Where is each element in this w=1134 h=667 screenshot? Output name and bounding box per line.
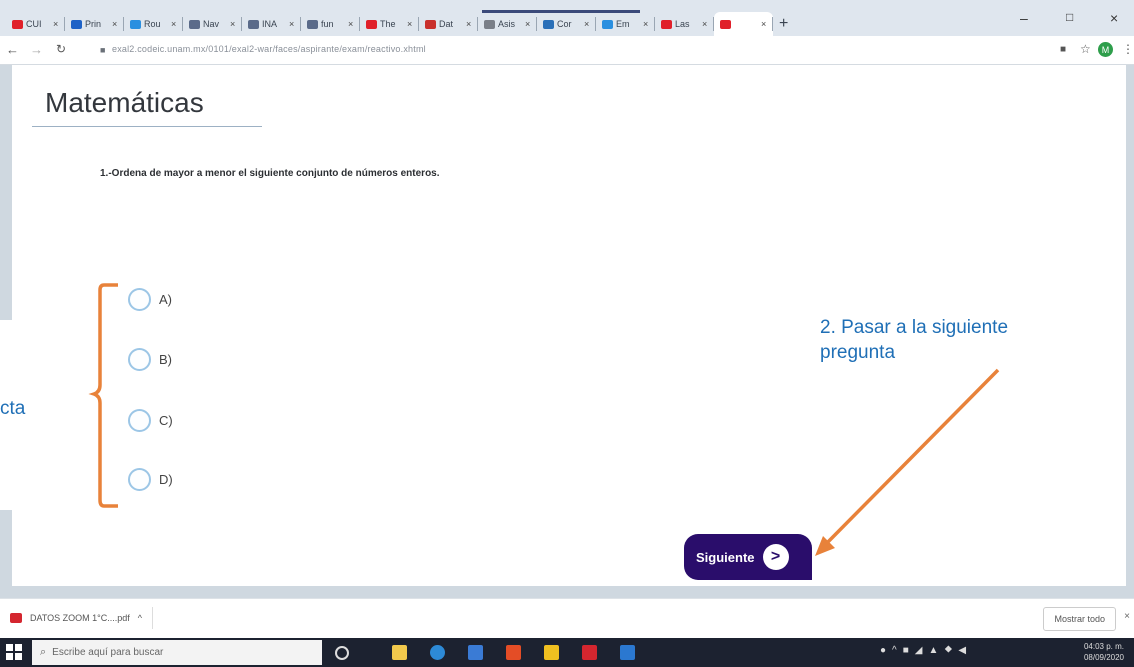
- pdf-file-icon: [10, 613, 22, 623]
- download-filename: DATOS ZOOM 1°C....pdf: [30, 613, 130, 623]
- windows-start-icon[interactable]: [6, 644, 22, 660]
- system-tray-icons[interactable]: ●^■◢▲⯁◀: [880, 645, 972, 656]
- clock-date: 08/09/2020: [1083, 653, 1124, 662]
- clock[interactable]: 04:03 p. m. 08/09/2020: [1084, 641, 1124, 663]
- file-explorer-icon[interactable]: [544, 645, 559, 660]
- downloads-bar: DATOS ZOOM 1°C....pdf ^ Mostrar todo ×: [0, 598, 1134, 639]
- show-all-button[interactable]: Mostrar todo: [1043, 607, 1116, 631]
- edge-icon[interactable]: [430, 645, 445, 660]
- windows-taskbar: ⌕ Escribe aquí para buscar ●^■◢▲⯁◀ 04:03…: [0, 638, 1134, 667]
- app-icon-3[interactable]: [582, 645, 597, 660]
- search-icon: ⌕: [40, 646, 47, 658]
- taskbar-search[interactable]: ⌕ Escribe aquí para buscar: [32, 640, 322, 665]
- close-downloads-icon[interactable]: ×: [1124, 611, 1130, 622]
- clock-time: 04:03 p. m.: [1083, 642, 1124, 651]
- options-bracket: [88, 283, 118, 508]
- app-icon-2[interactable]: [506, 645, 521, 660]
- cortana-icon[interactable]: [335, 646, 349, 660]
- taskbar-search-placeholder: Escribe aquí para buscar: [52, 647, 164, 658]
- download-item[interactable]: DATOS ZOOM 1°C....pdf ^: [10, 607, 154, 629]
- annotation-overlay: [88, 283, 1000, 556]
- annotation-arrow-line: [820, 368, 1000, 550]
- app-icon-4[interactable]: [620, 645, 635, 660]
- store-icon[interactable]: [392, 645, 407, 660]
- app-icon-1[interactable]: [468, 645, 483, 660]
- download-menu-caret[interactable]: ^: [138, 613, 142, 623]
